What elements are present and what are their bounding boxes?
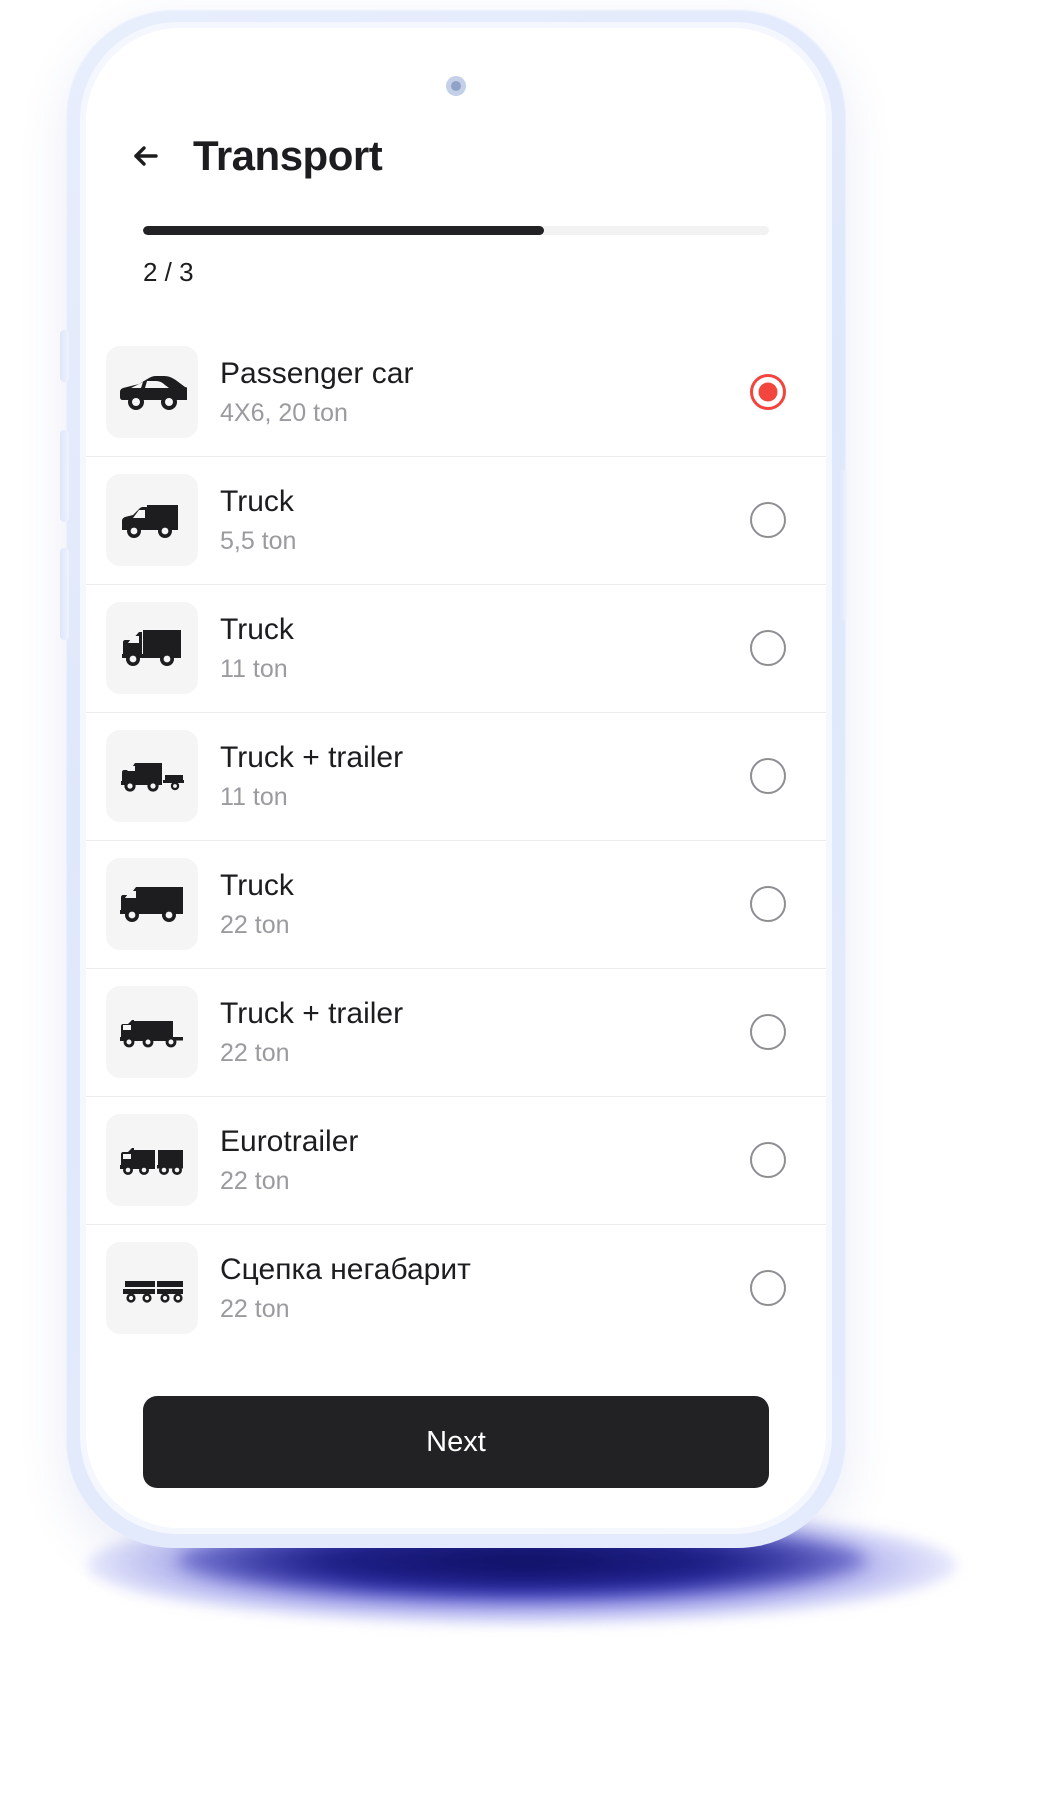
small-box-truck-icon bbox=[106, 474, 198, 566]
transport-item-text: Eurotrailer 22 ton bbox=[220, 1124, 750, 1197]
arrow-left-icon bbox=[125, 135, 167, 177]
radio-button[interactable] bbox=[750, 502, 786, 538]
page-title: Transport bbox=[193, 132, 383, 179]
progress-section: 2 / 3 bbox=[143, 226, 769, 288]
radio-button-selected[interactable] bbox=[750, 374, 786, 410]
transport-list-item[interactable]: Passenger car 4X6, 20 ton bbox=[86, 328, 826, 456]
app-bar: Transport bbox=[86, 116, 826, 196]
transport-item-title: Truck bbox=[220, 612, 294, 646]
scene: Transport 2 / 3 Passenger car 4X6, 20 ton bbox=[0, 0, 1043, 1820]
transport-item-subtitle: 5,5 ton bbox=[220, 527, 297, 556]
radio-button[interactable] bbox=[750, 1270, 786, 1306]
transport-item-text: Truck 5,5 ton bbox=[220, 484, 750, 557]
transport-item-title: Truck + trailer bbox=[220, 996, 404, 1030]
transport-item-title: Truck bbox=[220, 484, 294, 518]
mute-switch[interactable] bbox=[60, 330, 69, 382]
volume-down-button[interactable] bbox=[60, 548, 69, 640]
passenger-car-icon bbox=[106, 346, 198, 438]
back-button[interactable] bbox=[119, 129, 173, 183]
oversize-rig-icon bbox=[106, 1242, 198, 1334]
transport-item-title: Passenger car bbox=[220, 356, 414, 390]
transport-item-text: Truck + trailer 11 ton bbox=[220, 740, 750, 813]
progress-bar bbox=[143, 226, 769, 235]
transport-item-title: Truck bbox=[220, 868, 294, 902]
transport-item-title: Сцепка негабарит bbox=[220, 1252, 471, 1286]
radio-button[interactable] bbox=[750, 630, 786, 666]
transport-list-item[interactable]: Truck 22 ton bbox=[86, 840, 826, 968]
transport-item-text: Truck 22 ton bbox=[220, 868, 750, 941]
volume-up-button[interactable] bbox=[60, 430, 69, 522]
transport-list-item[interactable]: Truck 11 ton bbox=[86, 584, 826, 712]
transport-item-title: Truck + trailer bbox=[220, 740, 404, 774]
transport-item-subtitle: 22 ton bbox=[220, 1295, 290, 1324]
radio-button[interactable] bbox=[750, 758, 786, 794]
box-truck-icon bbox=[106, 602, 198, 694]
transport-item-text: Passenger car 4X6, 20 ton bbox=[220, 356, 750, 429]
transport-list-item[interactable]: Eurotrailer 22 ton bbox=[86, 1096, 826, 1224]
step-counter: 2 / 3 bbox=[143, 257, 194, 287]
power-button[interactable] bbox=[838, 470, 847, 620]
transport-item-subtitle: 4X6, 20 ton bbox=[220, 399, 348, 428]
transport-list-item[interactable]: Truck + trailer 11 ton bbox=[86, 712, 826, 840]
semi-trailer-icon bbox=[106, 986, 198, 1078]
transport-item-subtitle: 11 ton bbox=[220, 655, 288, 684]
transport-list-item[interactable]: Truck + trailer 22 ton bbox=[86, 968, 826, 1096]
transport-list-item[interactable]: Truck 5,5 ton bbox=[86, 456, 826, 584]
transport-item-text: Truck 11 ton bbox=[220, 612, 750, 685]
transport-list: Passenger car 4X6, 20 ton Truck 5,5 ton Tr… bbox=[86, 328, 826, 1352]
transport-item-text: Truck + trailer 22 ton bbox=[220, 996, 750, 1069]
front-camera-icon bbox=[446, 76, 466, 96]
transport-item-text: Сцепка негабарит 22 ton bbox=[220, 1252, 750, 1325]
app-root: Transport 2 / 3 Passenger car 4X6, 20 ton bbox=[86, 28, 826, 1528]
radio-button[interactable] bbox=[750, 1014, 786, 1050]
transport-item-subtitle: 22 ton bbox=[220, 1039, 290, 1068]
phone-screen: Transport 2 / 3 Passenger car 4X6, 20 ton bbox=[86, 28, 826, 1528]
truck-trailer-icon bbox=[106, 730, 198, 822]
radio-button[interactable] bbox=[750, 1142, 786, 1178]
large-box-truck-icon bbox=[106, 858, 198, 950]
eurotrailer-icon bbox=[106, 1114, 198, 1206]
transport-item-subtitle: 22 ton bbox=[220, 1167, 290, 1196]
transport-item-subtitle: 22 ton bbox=[220, 911, 290, 940]
next-button[interactable]: Next bbox=[143, 1396, 769, 1488]
progress-bar-fill bbox=[143, 226, 544, 235]
transport-item-subtitle: 11 ton bbox=[220, 783, 288, 812]
transport-list-item[interactable]: Сцепка негабарит 22 ton bbox=[86, 1224, 826, 1352]
radio-button[interactable] bbox=[750, 886, 786, 922]
transport-item-title: Eurotrailer bbox=[220, 1124, 359, 1158]
